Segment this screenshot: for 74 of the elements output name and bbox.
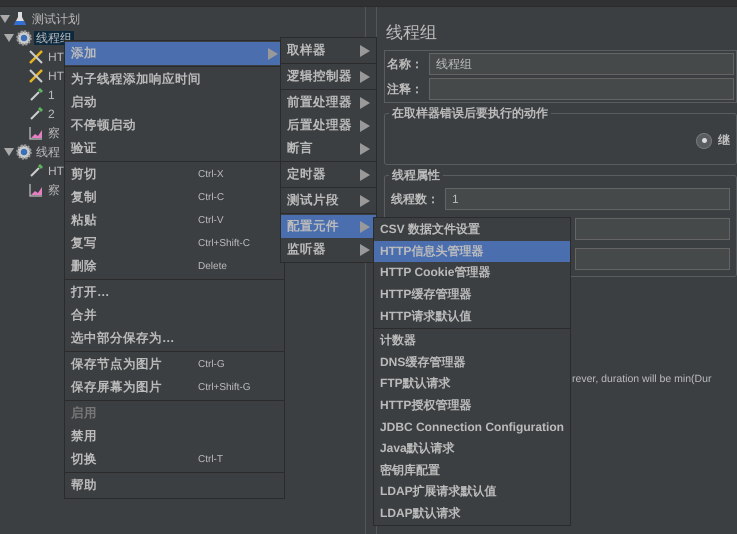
group-title: 线程属性: [389, 168, 443, 182]
menu-item[interactable]: 切换 Ctrl-T: [65, 448, 284, 471]
menu-item[interactable]: 复制 Ctrl-C: [65, 186, 284, 209]
menu-item[interactable]: 选中部分保存为…: [65, 327, 284, 350]
chart-icon: [28, 182, 44, 198]
field-label: 名称：: [387, 56, 423, 72]
menu-item[interactable]: 监听器: [281, 238, 376, 261]
expand-toggle-icon[interactable]: [0, 14, 10, 24]
menu-item[interactable]: 验证: [65, 137, 284, 160]
menu-item[interactable]: 取样器: [281, 39, 376, 62]
menu-item[interactable]: 逻辑控制器: [281, 65, 376, 88]
input-field[interactable]: [575, 218, 730, 240]
menu-item[interactable]: HTTP授权管理器: [374, 394, 570, 416]
menu-item[interactable]: 剪切 Ctrl-X: [65, 163, 284, 186]
gear-icon: [16, 30, 32, 46]
menu-item[interactable]: Java默认请求: [374, 438, 570, 460]
tree-item[interactable]: 察: [46, 182, 62, 196]
tree-item[interactable]: 1: [46, 88, 57, 102]
menu-item[interactable]: 密钥库配置: [374, 460, 570, 482]
group-title: 在取样器错误后要执行的动作: [389, 106, 551, 120]
gear-icon: [16, 144, 32, 160]
tree-item[interactable]: 察: [46, 126, 62, 140]
menu-item[interactable]: CSV 数据文件设置: [374, 219, 570, 241]
tools-icon: [28, 48, 44, 64]
field-label: 线程数：: [391, 190, 439, 208]
menu-item[interactable]: 合并: [65, 304, 284, 327]
pipette-icon: [28, 86, 44, 102]
flask-icon: [12, 10, 28, 26]
menu-item[interactable]: JDBC Connection Configuration: [374, 416, 570, 438]
tree-item[interactable]: HT: [46, 164, 66, 178]
menu-item[interactable]: LDAP扩展请求默认值: [374, 481, 570, 503]
menu-item[interactable]: HTTP请求默认值: [374, 305, 570, 327]
menu-item[interactable]: 删除 Delete: [65, 255, 284, 278]
menu-item[interactable]: DNS缓存管理器: [374, 352, 570, 374]
menu-item[interactable]: 定时器: [281, 163, 376, 186]
input-field[interactable]: [575, 248, 730, 270]
radio-button[interactable]: [696, 132, 712, 148]
menu-item[interactable]: 保存屏幕为图片 Ctrl+Shift-G: [65, 376, 284, 399]
menu-item[interactable]: HTTP缓存管理器: [374, 284, 570, 306]
note-text: rever, duration will be min(Dur: [572, 373, 712, 385]
tree-item[interactable]: 2: [46, 106, 57, 120]
menu-item[interactable]: 禁用: [65, 425, 284, 448]
menu-item[interactable]: 为子线程添加响应时间: [65, 68, 284, 91]
menu-item[interactable]: 帮助: [65, 474, 284, 497]
menu-item[interactable]: FTP默认请求: [374, 373, 570, 395]
chart-icon: [28, 124, 44, 140]
menu-item[interactable]: LDAP默认请求: [374, 502, 570, 524]
menu-item[interactable]: 计数器: [374, 330, 570, 352]
tools-icon: [28, 68, 44, 84]
menu-item[interactable]: 测试片段: [281, 189, 376, 212]
threads-field[interactable]: 1: [445, 188, 730, 210]
menu-item[interactable]: 打开…: [65, 281, 284, 304]
field-label: 注释：: [387, 80, 423, 98]
menu-item[interactable]: 粘贴 Ctrl-V: [65, 209, 284, 232]
name-field[interactable]: 线程组: [429, 53, 734, 75]
menu-item[interactable]: 断言: [281, 137, 376, 160]
panel-title: 线程组: [385, 22, 438, 44]
tree-item[interactable]: HT: [46, 50, 66, 64]
comment-field[interactable]: [429, 78, 734, 100]
menu-item[interactable]: 保存节点为图片 Ctrl-G: [65, 353, 284, 376]
menu-item[interactable]: 不停顿启动: [65, 114, 284, 137]
menu-item[interactable]: HTTP Cookie管理器: [374, 262, 570, 284]
menu-item[interactable]: 启动: [65, 91, 284, 114]
tree-item[interactable]: 线程: [34, 144, 62, 158]
radio-label: 继: [718, 132, 730, 149]
menu-item[interactable]: 前置处理器: [281, 91, 376, 114]
tree-item[interactable]: 测试计划: [30, 12, 82, 26]
menu-item[interactable]: 后置处理器: [281, 114, 376, 137]
pipette-icon: [28, 162, 44, 178]
tree-item[interactable]: HT: [46, 68, 66, 82]
pipette-icon: [28, 106, 44, 122]
menu-item[interactable]: 复写 Ctrl+Shift-C: [65, 232, 284, 255]
expand-toggle-icon[interactable]: [4, 146, 14, 156]
expand-toggle-icon[interactable]: [4, 32, 14, 42]
